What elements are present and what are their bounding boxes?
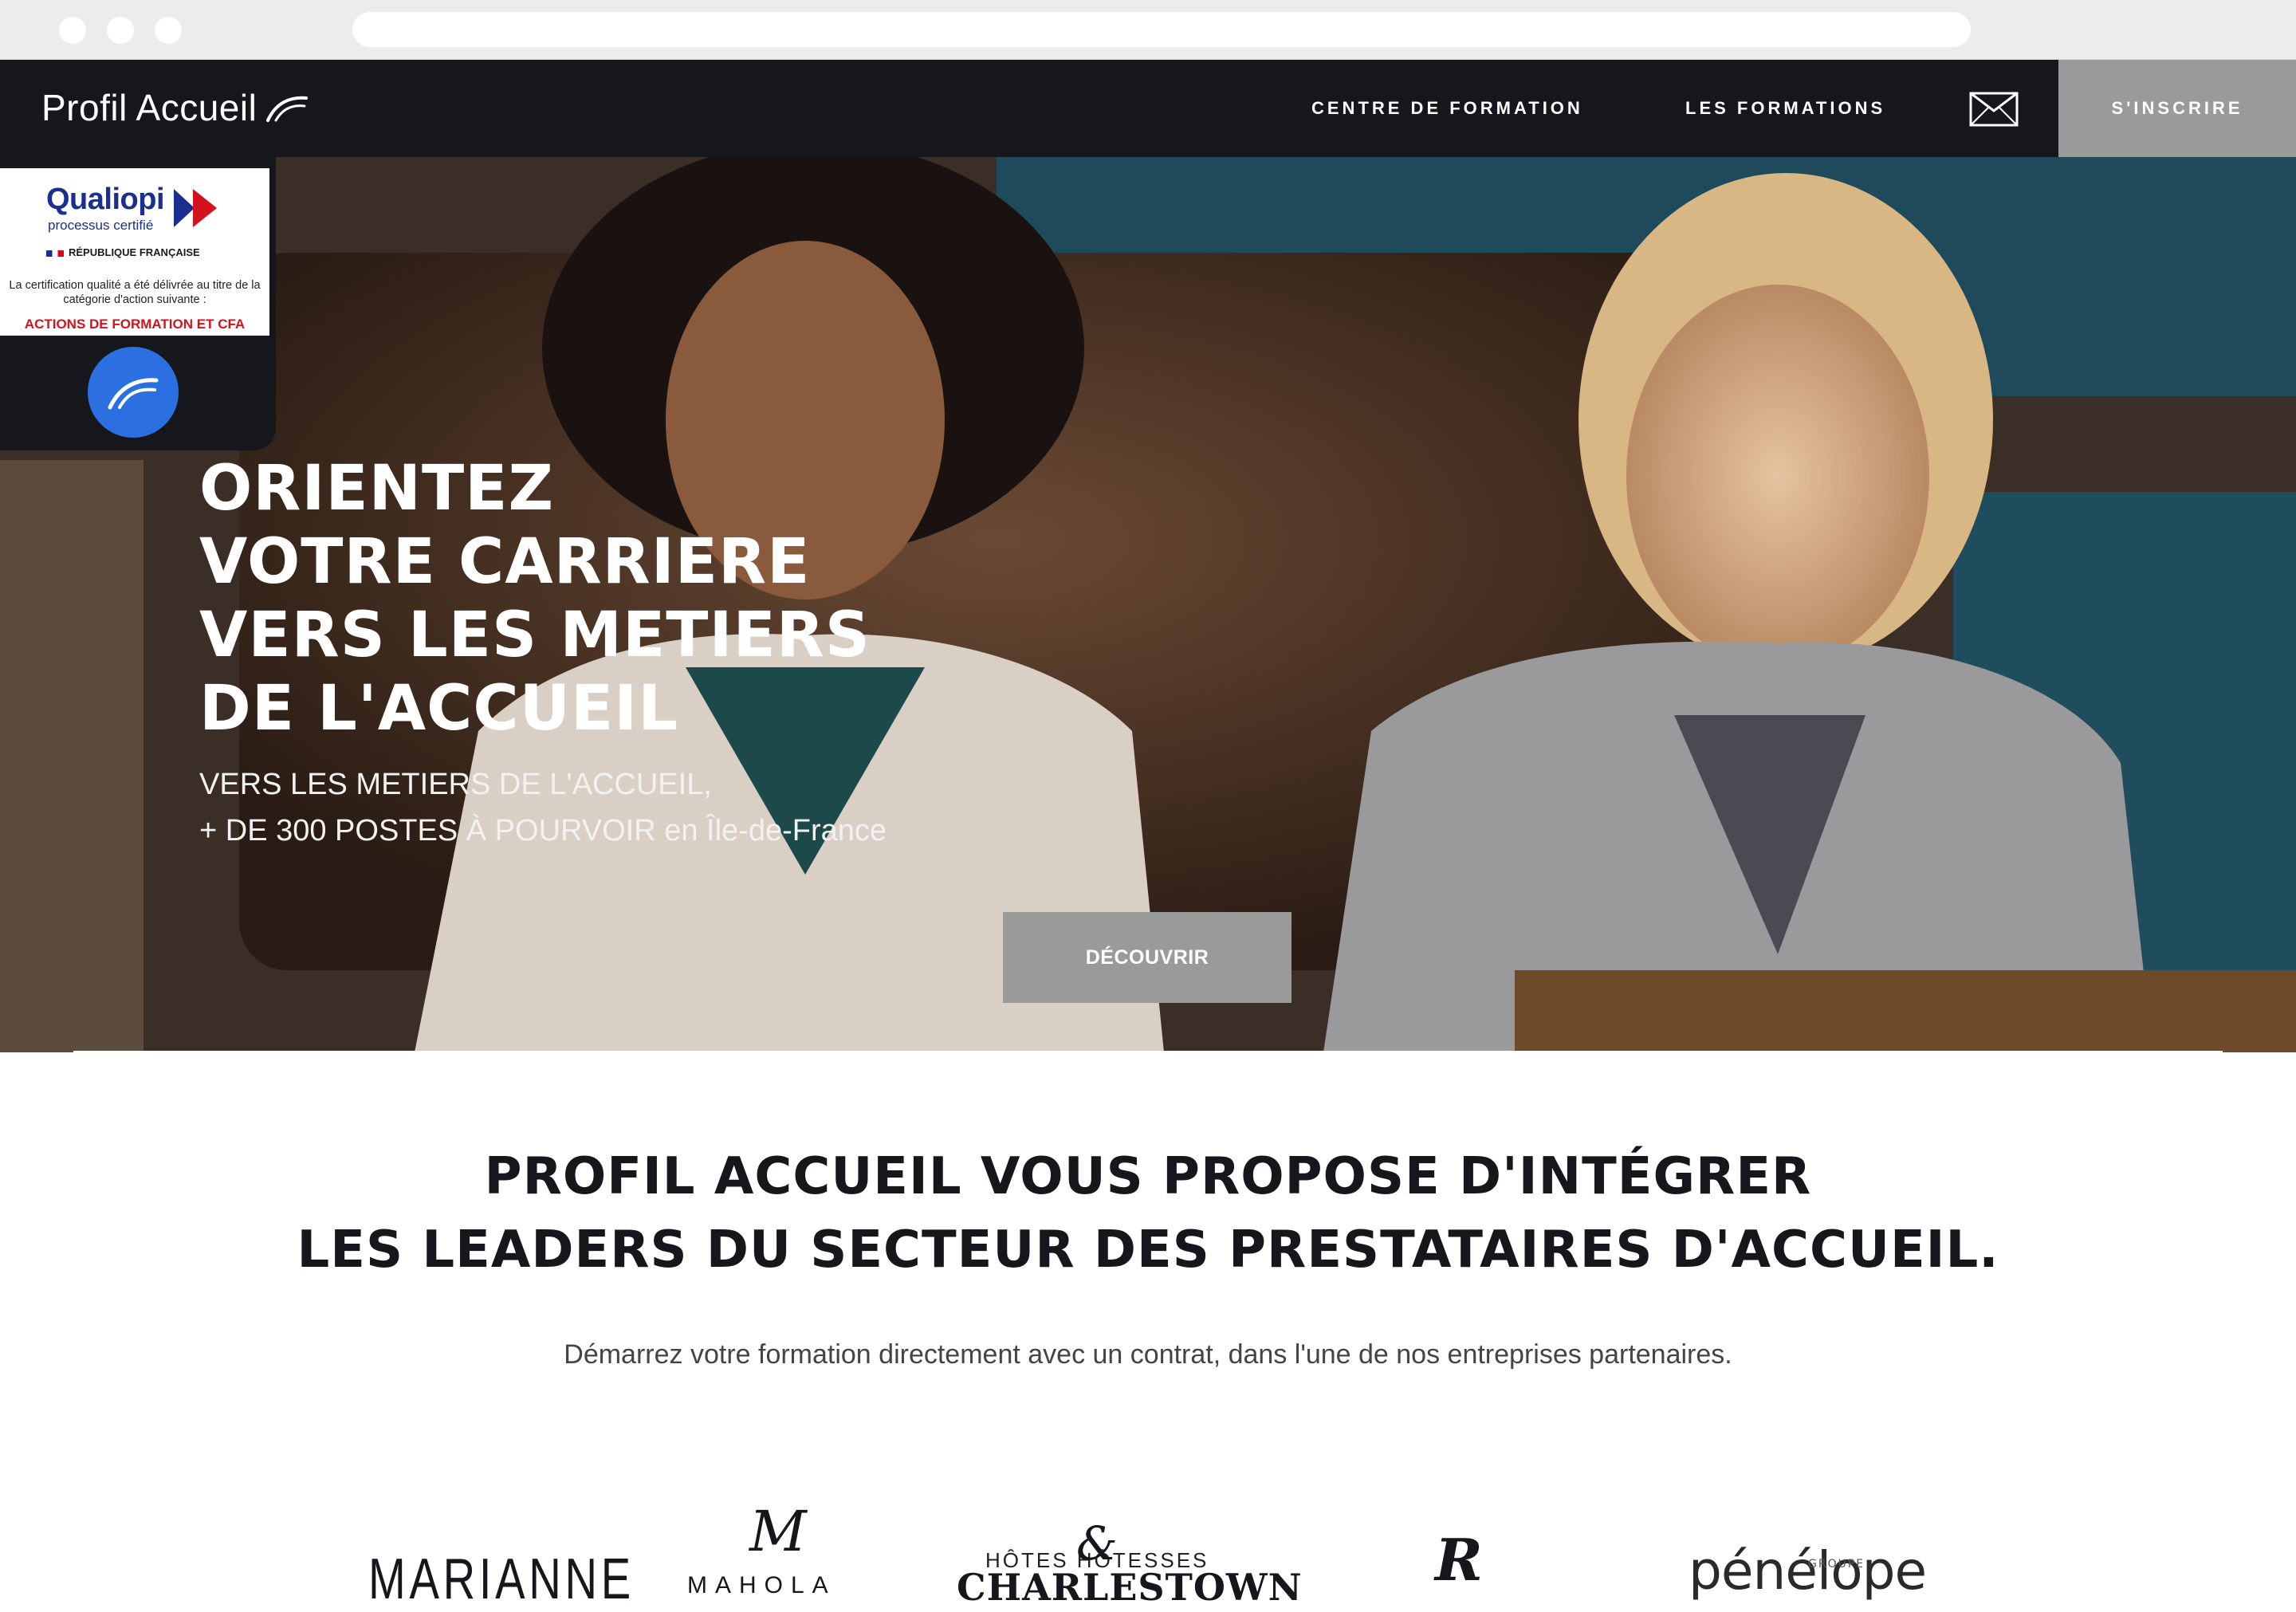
partner-logo-charlestown[interactable]: HÔTES HÔTESSES & CHARLESTOWN xyxy=(957,1499,1302,1609)
profil-accueil-round-logo[interactable] xyxy=(88,347,179,438)
address-bar[interactable] xyxy=(352,12,1971,47)
penelope-groupe-label: GROUPE xyxy=(1808,1558,1866,1571)
republique-francaise-label: RÉPUBLIQUE FRANÇAISE xyxy=(46,246,200,258)
hero-title-line: DE L'ACCUEIL xyxy=(199,673,678,745)
charlestown-ampersand: & xyxy=(1076,1516,1118,1571)
qualiopi-certificate[interactable]: Qualiopi processus certifié RÉPUBLIQUE F… xyxy=(0,168,269,336)
penelope-wordmark: pénélope xyxy=(1689,1540,1927,1602)
divider xyxy=(73,1051,2223,1052)
partner-logo-marianne[interactable]: MARIANNE xyxy=(368,1547,635,1612)
partners-section-subtitle: Démarrez votre formation directement ave… xyxy=(564,1339,1732,1370)
section-title-line: LES LEADERS DU SECTEUR DES PRESTATAIRES … xyxy=(297,1221,1999,1280)
window-close-button[interactable] xyxy=(59,17,86,44)
qualiopi-subtitle: processus certifié xyxy=(48,218,154,233)
hero-title-line: VOTRE CARRIERE xyxy=(199,526,811,598)
partner-logos: MARIANNE M MAHOLA HÔTES HÔTESSES & CHARL… xyxy=(0,1499,2296,1611)
qualiopi-logo-text: Qualiopi xyxy=(46,183,165,216)
partner-logo-rc[interactable]: R xyxy=(1435,1526,1483,1594)
window-minimize-button[interactable] xyxy=(107,17,134,44)
signup-button[interactable]: S'INSCRIRE xyxy=(2058,60,2296,157)
logo-text: Profil Accueil xyxy=(41,87,258,128)
qualiopi-arrows-icon xyxy=(174,189,217,227)
hero-title-line: ORIENTEZ xyxy=(199,453,554,525)
nav-centre-de-formation[interactable]: CENTRE DE FORMATION xyxy=(1311,60,1583,157)
charlestown-wordmark: CHARLESTOWN xyxy=(957,1566,1303,1609)
swoosh-icon xyxy=(108,378,159,410)
discover-button[interactable]: DÉCOUVRIR xyxy=(1003,912,1292,1003)
hero-subtitle: VERS LES METIERS DE L'ACCUEIL, + DE 300 … xyxy=(199,761,887,854)
mahola-wordmark: MAHOLA xyxy=(687,1572,836,1598)
hero-banner: ORIENTEZ VOTRE CARRIERE VERS LES METIERS… xyxy=(0,157,2296,1052)
section-title-line: PROFIL ACCUEIL VOUS PROPOSE D'INTÉGRER xyxy=(484,1147,1812,1206)
qualiopi-badge-panel: Qualiopi processus certifié RÉPUBLIQUE F… xyxy=(0,157,276,450)
hero-subtitle-line: VERS LES METIERS DE L'ACCUEIL, xyxy=(199,768,712,801)
mahola-monogram: M xyxy=(749,1499,807,1564)
partners-section-title: PROFIL ACCUEIL VOUS PROPOSE D'INTÉGRER L… xyxy=(0,1140,2296,1287)
logo-swoosh-icon xyxy=(266,96,309,122)
partner-logo-mahola[interactable]: M MAHOLA xyxy=(687,1499,847,1601)
certification-action: ACTIONS DE FORMATION ET CFA xyxy=(24,317,246,332)
hero-subtitle-line: + DE 300 POSTES À POURVOIR en Île-de-Fra… xyxy=(199,814,887,847)
browser-chrome xyxy=(0,0,2296,60)
hero-title-line: VERS LES METIERS xyxy=(199,600,871,671)
partner-logo-penelope[interactable]: pénélope GROUPE xyxy=(1689,1540,1927,1602)
french-flag-icon xyxy=(46,250,64,257)
nav-les-formations[interactable]: LES FORMATIONS xyxy=(1685,60,1885,157)
mail-icon[interactable] xyxy=(1969,92,2019,127)
hero-title: ORIENTEZ VOTRE CARRIERE VERS LES METIERS… xyxy=(199,452,1076,745)
window-maximize-button[interactable] xyxy=(155,17,182,44)
certification-note: La certification qualité a été délivrée … xyxy=(9,279,261,306)
site-header: Profil Accueil CENTRE DE FORMATION LES F… xyxy=(0,60,2296,157)
site-logo[interactable]: Profil Accueil xyxy=(41,84,309,132)
